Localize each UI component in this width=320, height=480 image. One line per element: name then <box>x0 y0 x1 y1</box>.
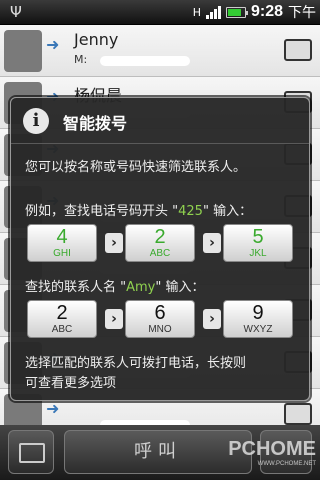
key-6: 6 MNO <box>125 300 195 338</box>
example-name-text: 查找的联系人名 "Amy" 输入： <box>25 280 205 295</box>
contact-number-label: M: <box>74 53 88 66</box>
usb-icon: Ψ <box>10 3 22 21</box>
contact-card-icon[interactable] <box>284 403 312 425</box>
info-icon: i <box>23 108 49 134</box>
chevron-right-icon: › <box>203 233 221 253</box>
contact-name: Jenny <box>74 30 119 49</box>
key-4: 4 GHI <box>27 224 97 262</box>
dialog-header: i 智能拨号 <box>11 98 309 144</box>
battery-icon <box>225 6 248 18</box>
dialog-footer-line2: 可查看更多选项 <box>25 376 117 391</box>
call-direction-icon: ➜ <box>46 399 60 418</box>
avatar <box>4 30 42 72</box>
pchome-watermark: PCHOME WWW.PCHOME.NET <box>228 438 316 467</box>
call-direction-icon: ➜ <box>46 35 60 54</box>
key-2: 2 ABC <box>125 224 195 262</box>
key-2: 2 ABC <box>27 300 97 338</box>
dialog-intro: 您可以按名称或号码快速筛选联系人。 <box>25 160 247 175</box>
key-9: 9 WXYZ <box>223 300 293 338</box>
chevron-right-icon: › <box>105 233 123 253</box>
contact-card-icon[interactable] <box>284 39 312 61</box>
smart-dial-dialog: i 智能拨号 您可以按名称或号码快速筛选联系人。 例如，查找电话号码开头 "42… <box>10 97 310 401</box>
example-number-text: 例如，查找电话号码开头 "425" 输入： <box>25 204 253 219</box>
clock-ampm: 下午 <box>288 5 316 21</box>
contact-row[interactable]: ➜ Jenny M: <box>0 25 320 77</box>
hspa-icon: H <box>192 5 201 19</box>
keyboard-icon <box>19 443 45 463</box>
clock-time: 9:28 <box>250 3 283 20</box>
status-bar: Ψ H 9:28 下午 <box>0 0 320 25</box>
dialog-footer-line1: 选择匹配的联系人可拨打电话，长按则 <box>25 356 247 371</box>
chevron-right-icon: › <box>105 309 123 329</box>
chevron-right-icon: › <box>203 309 221 329</box>
dialog-title: 智能拨号 <box>63 114 128 133</box>
redacted-number <box>100 56 190 66</box>
call-button[interactable]: 呼叫 <box>64 430 252 474</box>
name-example-keys: 2 ABC › 6 MNO › 9 WXYZ <box>27 300 293 340</box>
number-example-keys: 4 GHI › 2 ABC › 5 JKL <box>27 224 293 264</box>
keyboard-toggle-button[interactable] <box>8 430 54 474</box>
signal-icon <box>205 5 221 19</box>
key-5: 5 JKL <box>223 224 293 262</box>
